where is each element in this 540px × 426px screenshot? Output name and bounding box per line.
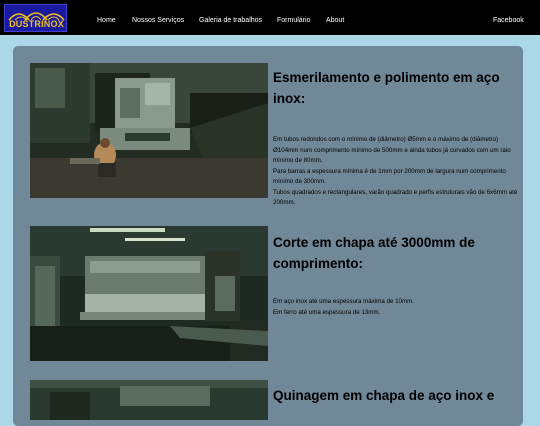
cutting-text-line: Em ferro até uma espessura de 13mm.	[273, 308, 381, 316]
nav-gallery[interactable]: Galeria de trabalhos	[199, 0, 262, 35]
cutting-text-line: Em aço inox até uma espessura máxima de …	[273, 298, 414, 305]
sheet-cutting-photo	[30, 226, 268, 361]
nav-facebook[interactable]: Facebook	[493, 0, 524, 35]
nav-services[interactable]: Nossos Serviços	[132, 0, 184, 35]
section-title-polishing: Esmerilamento e polimento em aço inox:	[273, 70, 500, 106]
nav-about[interactable]: About	[326, 0, 344, 35]
bending-photo	[30, 380, 268, 420]
section-title-cutting: Corte em chapa até 3000mm de comprimento…	[273, 235, 475, 271]
brand-logo[interactable]: DUSTRINOX	[4, 4, 67, 32]
section-text-polishing: Em tubos redondos com o mínimo de (diâme…	[273, 135, 518, 209]
polishing-workshop-photo	[30, 63, 268, 198]
nav-home[interactable]: Home	[97, 0, 116, 35]
polishing-text-line: Em tubos redondos com o mínimo de (diâme…	[273, 136, 511, 164]
top-navbar: DUSTRINOX Home Nossos Serviços Galeria d…	[0, 0, 540, 35]
section-title-bending: Quinagem em chapa de aço inox e	[273, 388, 495, 403]
nav-form[interactable]: Formulário	[277, 0, 310, 35]
polishing-text-line: Para barras a espessura mínima é de 1mm …	[273, 167, 506, 186]
services-card: Esmerilamento e polimento em aço inox: E…	[13, 46, 523, 426]
section-text-cutting: Em aço inox até uma espessura máxima de …	[273, 297, 518, 318]
polishing-text-line: Tubos quadrados e rectangulares, varão q…	[273, 188, 518, 207]
brand-name: DUSTRINOX	[9, 19, 64, 29]
